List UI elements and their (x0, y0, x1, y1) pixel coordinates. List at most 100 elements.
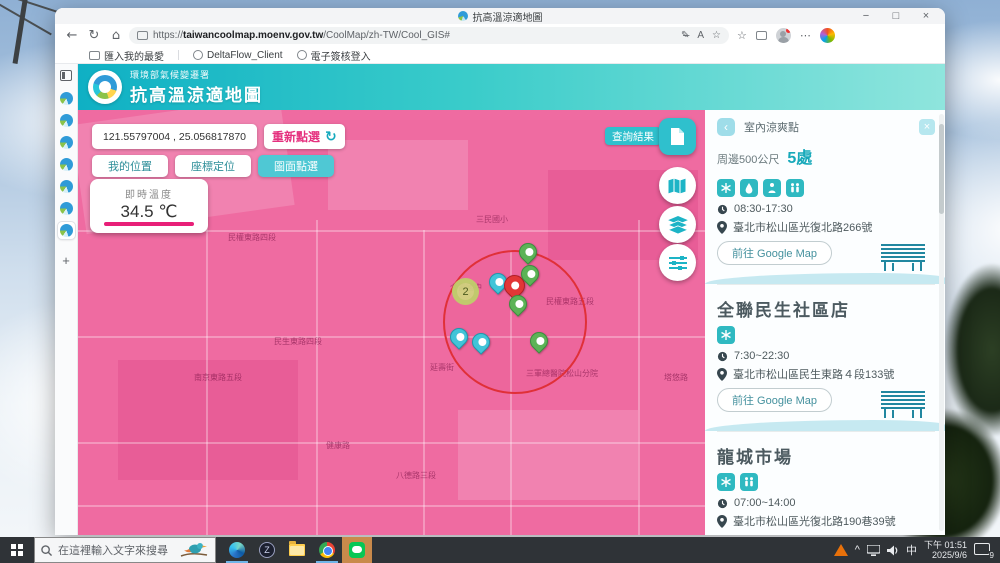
search-icon (41, 544, 52, 556)
map-select-button[interactable]: 圖面點選 (258, 155, 334, 177)
minimize-button[interactable]: − (851, 8, 881, 24)
document-icon (671, 128, 684, 145)
taskbar-edge[interactable] (222, 537, 252, 563)
profile-avatar[interactable] (775, 28, 791, 43)
tray-expand-icon[interactable]: ^ (855, 544, 860, 556)
address-bar[interactable]: https://taiwancoolmap.moenv.gov.tw/CoolM… (129, 27, 729, 44)
warning-icon[interactable] (833, 544, 848, 556)
layers-button[interactable] (659, 206, 696, 243)
results-document-button[interactable] (659, 118, 696, 155)
browser-toolbar: ← ↻ ⌂ https://taiwancoolmap.moenv.gov.tw… (55, 24, 945, 47)
sliders-icon (668, 255, 687, 270)
taskbar-file-explorer[interactable] (282, 537, 312, 563)
vertical-tab[interactable] (58, 112, 75, 129)
site-info-icon[interactable] (137, 31, 148, 40)
bench-illustration (881, 391, 925, 418)
street-line (78, 505, 705, 507)
file-explorer-icon (289, 541, 305, 556)
split-screen-icon[interactable] (755, 31, 767, 40)
taskbar-chrome[interactable] (312, 537, 342, 563)
google-map-button[interactable]: 前往 Google Map (717, 241, 832, 265)
refresh-icon[interactable]: ↻ (85, 27, 103, 45)
restore-button[interactable]: □ (881, 8, 911, 24)
tab-title: 抗高溫涼適地圖 (472, 12, 543, 24)
basemap-button[interactable] (659, 167, 696, 204)
new-tab-button[interactable]: + (62, 253, 70, 268)
vertical-tab[interactable] (58, 178, 75, 195)
cool-spot-card: 08:30-17:30 臺北市松山區光復北路266號 前往 Google Map (705, 170, 945, 285)
copilot-icon[interactable] (819, 28, 835, 43)
droplet-icon (740, 179, 758, 197)
taskbar-line[interactable] (342, 537, 372, 563)
map-block (328, 140, 468, 210)
vertical-tab[interactable] (57, 222, 75, 239)
facility-badges (717, 179, 935, 197)
filter-button[interactable] (659, 244, 696, 281)
bookmark-item[interactable]: DeltaFlow_Client (193, 50, 283, 61)
app-header: 環境部氣候變遷署 抗高溫涼適地圖 (78, 64, 945, 110)
notification-center[interactable]: 9 (974, 542, 995, 560)
google-map-button[interactable]: 前往 Google Map (717, 388, 832, 412)
spot-address: 臺北市松山區光復北路266號 (733, 222, 873, 234)
back-icon[interactable]: ← (63, 27, 81, 45)
more-menu-icon[interactable]: ⋯ (800, 29, 811, 42)
my-location-button[interactable]: 我的位置 (92, 155, 168, 177)
result-count: 5處 (787, 150, 813, 167)
street-line (78, 336, 705, 338)
spot-name: 龍城市場 (717, 448, 793, 467)
cool-spot-card: 全聯民生社區店 7:30~22:30 臺北市松山區民生東路４段133號 前往 Goog… (705, 285, 945, 432)
query-results-tag[interactable]: 查詢結果 (605, 127, 661, 145)
search-radius-circle (443, 250, 587, 394)
bookmark-item[interactable]: 匯入我的最愛 (89, 48, 164, 63)
facility-badges (717, 473, 935, 491)
bookmarks-bar: 匯入我的最愛 DeltaFlow_Client 電子簽核登入 (55, 47, 945, 64)
favorites-bar-icon[interactable]: ☆ (737, 29, 747, 42)
opening-hours: 7:30~22:30 (734, 350, 790, 362)
marker-cluster[interactable]: 2 (452, 278, 479, 305)
scrollbar-thumb[interactable] (939, 124, 944, 214)
street-label: 延壽街 (430, 363, 454, 372)
favorite-star-icon[interactable]: ☆ (712, 30, 721, 41)
taskbar-clock[interactable]: 下午 01:51 2025/9/6 (924, 540, 967, 561)
vertical-tab[interactable] (58, 90, 75, 107)
read-aloud-icon[interactable]: A (697, 30, 704, 41)
reselect-button[interactable]: 重新點選 ↻ (264, 124, 345, 149)
site-favicon-icon (59, 224, 73, 237)
site-favicon-icon (59, 114, 73, 127)
tab-panel-icon[interactable] (60, 70, 72, 81)
vertical-tab[interactable] (58, 134, 75, 151)
title-bar[interactable]: 抗高溫涼適地圖 − □ × (55, 8, 945, 24)
network-icon[interactable] (866, 544, 880, 556)
home-icon[interactable]: ⌂ (107, 27, 125, 45)
spot-address: 臺北市松山區民生東路４段133號 (733, 369, 895, 381)
taskbar-app-dark[interactable]: Z (252, 537, 282, 563)
folder-icon (89, 50, 100, 60)
translate-icon[interactable]: ✎̶ (681, 30, 689, 41)
bookmark-item[interactable]: 電子簽核登入 (296, 48, 371, 63)
sidebar-scrollbar[interactable] (939, 114, 944, 531)
taskbar-search[interactable]: 在這裡輸入文字來搜尋 (34, 537, 216, 563)
sidebar-back-button[interactable]: ‹ (717, 118, 735, 136)
site-favicon-icon (59, 180, 73, 193)
ime-indicator[interactable]: 中 (906, 542, 917, 558)
sidebar-title: 室內涼爽點 (744, 122, 799, 134)
active-tab[interactable]: 抗高溫涼適地圖 (457, 9, 543, 24)
location-pin-icon (717, 367, 727, 381)
notification-dot (785, 28, 791, 33)
tray-date: 2025/9/6 (931, 550, 967, 560)
sidebar-close-button[interactable]: × (919, 119, 935, 135)
volume-icon[interactable] (886, 545, 899, 556)
cool-spot-card: 龍城市場07:00~14:00臺北市松山區光復北路190巷39號前往 Googl… (717, 432, 935, 535)
start-button[interactable] (0, 537, 34, 563)
bookmark-label: DeltaFlow_Client (207, 49, 283, 61)
map-canvas[interactable]: 松山機場管理中心民權東路四段三民國小民權東路五段介壽國中延壽街三軍總醫院松山分院… (78, 110, 705, 535)
street-label: 民生東路四段 (274, 337, 322, 346)
vertical-tab[interactable] (58, 156, 75, 173)
vertical-tab[interactable] (58, 200, 75, 217)
coordinate-input[interactable] (92, 124, 257, 149)
close-button[interactable]: × (911, 8, 941, 24)
location-pin-icon (717, 220, 727, 234)
dark-app-icon: Z (259, 542, 275, 558)
coordinate-locate-button[interactable]: 座標定位 (175, 155, 251, 177)
spot-address: 臺北市松山區光復北路190巷39號 (733, 516, 896, 528)
